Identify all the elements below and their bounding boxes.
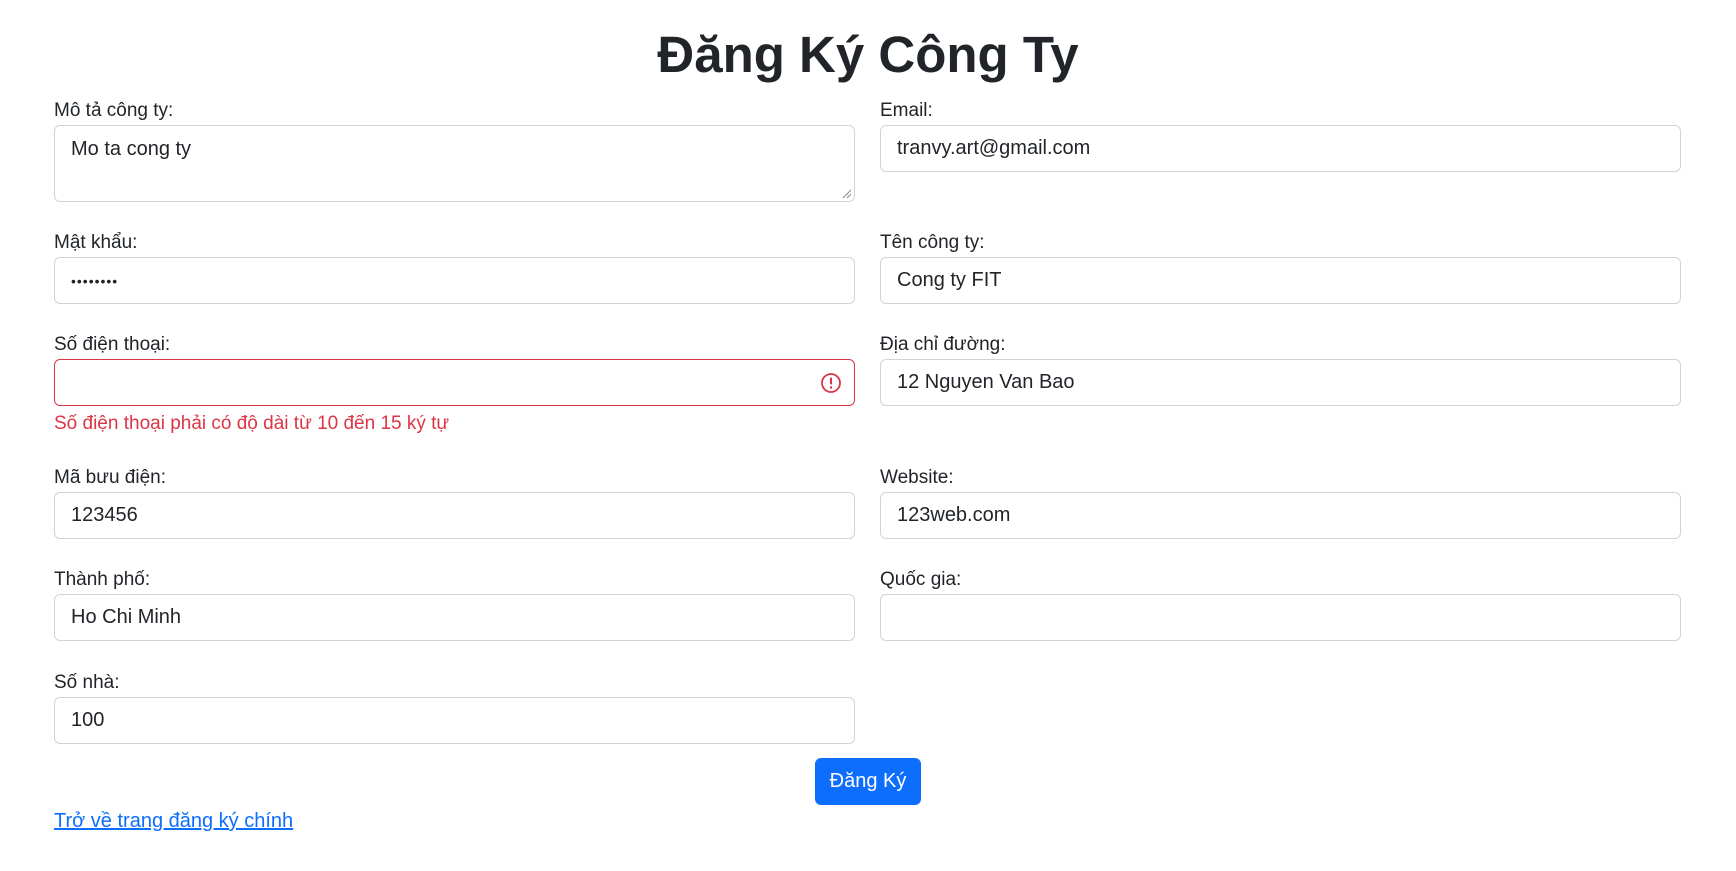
house-number-value: 100 [71,709,105,731]
street-address-input[interactable]: 12 Nguyen Van Bao [880,359,1681,406]
street-address-field-group: Địa chỉ đường: 12 Nguyen Van Bao [880,333,1681,406]
house-number-label: Số nhà: [54,672,120,693]
website-field-group: Website: 123web.com [880,466,1681,539]
back-to-main-registration-link[interactable]: Trở về trang đăng ký chính [54,808,293,834]
house-number-field-group: Số nhà: 100 [54,671,855,744]
phone-field-group: Số điện thoại: Số điện thoại phải có độ … [54,333,855,436]
street-address-label: Địa chỉ đường: [880,334,1006,355]
house-number-input[interactable]: 100 [54,697,855,744]
email-field-group: Email: tranvy.art@gmail.com [880,99,1681,172]
page-title: Đăng Ký Công Ty [657,26,1079,83]
password-value: •••••••• [71,272,119,289]
password-input[interactable]: •••••••• [54,257,855,304]
postal-code-field-group: Mã bưu điện: 123456 [54,466,855,539]
description-label: Mô tả công ty: [54,100,174,121]
company-registration-page: Đăng Ký Công Ty Mô tả công ty: Mo ta con… [0,0,1736,871]
website-label: Website: [880,467,954,488]
register-button[interactable]: Đăng Ký [815,758,921,805]
website-input[interactable]: 123web.com [880,492,1681,539]
resize-grip-icon[interactable] [842,189,852,199]
street-address-value: 12 Nguyen Van Bao [897,371,1075,393]
exclamation-circle-icon [821,372,841,393]
company-name-field-group: Tên công ty: Cong ty FIT [880,231,1681,304]
postal-code-label: Mã bưu điện: [54,467,167,488]
company-name-input[interactable]: Cong ty FIT [880,257,1681,304]
postal-code-input[interactable]: 123456 [54,492,855,539]
password-field-group: Mật khẩu: •••••••• [54,231,855,304]
company-name-value: Cong ty FIT [897,269,1002,291]
country-label: Quốc gia: [880,569,962,590]
website-value: 123web.com [897,504,1011,526]
phone-label: Số điện thoại: [54,334,171,355]
phone-error-message: Số điện thoại phải có độ dài từ 10 đến 1… [54,413,450,434]
city-label: Thành phố: [54,569,151,590]
email-value: tranvy.art@gmail.com [897,137,1091,159]
email-input[interactable]: tranvy.art@gmail.com [880,125,1681,172]
country-field-group: Quốc gia: [880,568,1681,641]
postal-code-value: 123456 [71,504,138,526]
country-input[interactable] [880,594,1681,641]
password-label: Mật khẩu: [54,232,138,253]
description-textarea[interactable]: Mo ta cong ty [54,125,855,202]
phone-input[interactable] [54,359,855,406]
email-label: Email: [880,100,933,121]
description-value: Mo ta cong ty [71,138,192,160]
city-value: Ho Chi Minh [71,606,182,628]
company-name-label: Tên công ty: [880,232,985,253]
description-field-group: Mô tả công ty: Mo ta cong ty [54,99,855,202]
city-input[interactable]: Ho Chi Minh [54,594,855,641]
city-field-group: Thành phố: Ho Chi Minh [54,568,855,641]
